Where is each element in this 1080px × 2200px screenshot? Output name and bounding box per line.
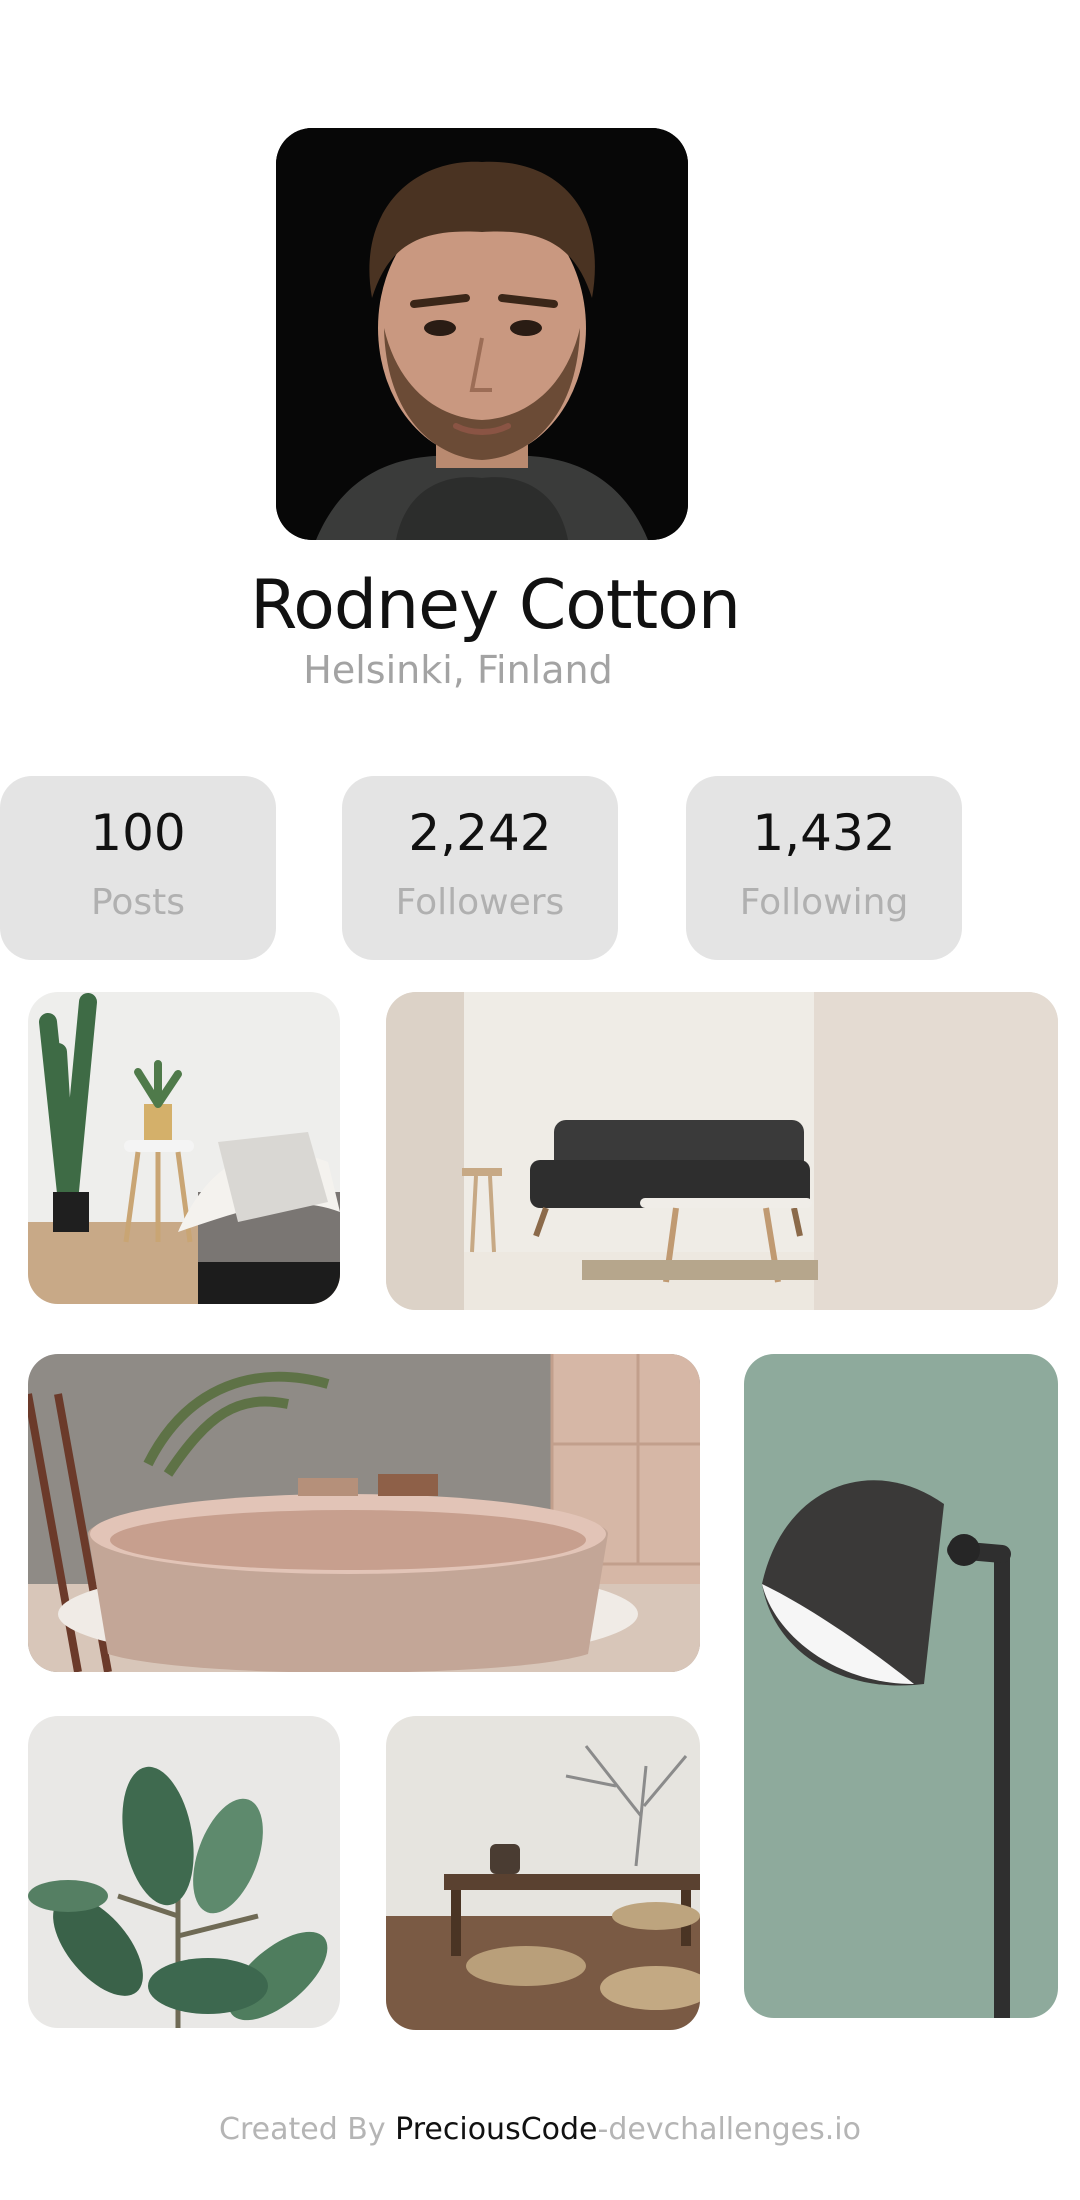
gallery-image-sofa-room[interactable] — [386, 992, 1058, 1310]
stat-following-label: Following — [739, 882, 909, 923]
footer-credit: Created By PreciousCode-devchallenges.io — [0, 2112, 1080, 2147]
profile-avatar — [276, 128, 688, 540]
gallery-image-bathtub[interactable] — [28, 1354, 700, 1672]
gallery-image-low-table-room[interactable] — [386, 1716, 700, 2030]
footer-author-link[interactable]: PreciousCode — [395, 2112, 597, 2147]
footer-suffix[interactable]: -devchallenges.io — [598, 2112, 861, 2147]
stat-followers-label: Followers — [395, 882, 565, 923]
gallery-image-floor-lamp[interactable] — [744, 1354, 1058, 2018]
stat-following-value: 1,432 — [752, 804, 896, 862]
stat-posts-value: 100 — [90, 804, 186, 862]
profile-name: Rodney Cotton — [250, 566, 741, 645]
stat-following[interactable]: 1,432 Following — [686, 776, 962, 960]
stat-followers[interactable]: 2,242 Followers — [342, 776, 618, 960]
gallery-image-living-room-plant[interactable] — [28, 992, 340, 1304]
footer-prefix: Created By — [219, 2112, 396, 2147]
profile-location: Helsinki, Finland — [303, 648, 613, 692]
stat-posts-label: Posts — [90, 882, 186, 923]
stat-followers-value: 2,242 — [408, 804, 552, 862]
gallery-image-rubber-plant[interactable] — [28, 1716, 340, 2028]
stat-posts[interactable]: 100 Posts — [0, 776, 276, 960]
